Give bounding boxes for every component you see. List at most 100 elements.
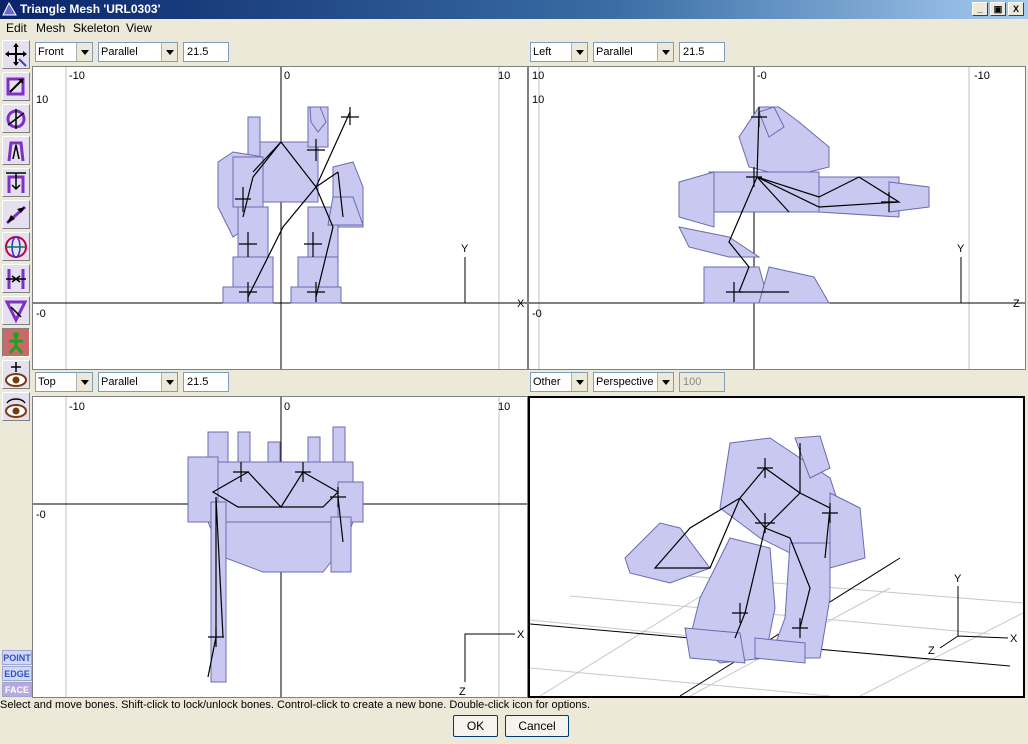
top-view-header: Top Parallel 21.5 bbox=[32, 368, 528, 396]
view-select[interactable]: Other bbox=[530, 372, 588, 392]
chevron-down-icon bbox=[76, 373, 92, 391]
axis-y-label: Y bbox=[954, 573, 962, 585]
top-view-canvas: X Z -10 0 10 -0 bbox=[33, 397, 527, 697]
tick-center: 0 bbox=[284, 401, 290, 413]
chevron-down-icon bbox=[76, 43, 92, 61]
squeeze-tool-button[interactable] bbox=[2, 168, 30, 197]
tick-right: 10 bbox=[498, 401, 510, 413]
axis-gizmo bbox=[464, 633, 515, 682]
robot-mesh bbox=[624, 435, 866, 664]
chevron-down-icon bbox=[657, 43, 673, 61]
chevron-down-icon bbox=[571, 43, 587, 61]
menu-view[interactable]: View bbox=[126, 21, 152, 35]
orbit-view-tool-button[interactable] bbox=[2, 392, 30, 421]
axis-y-label: Y bbox=[957, 243, 965, 255]
axis-gizmo bbox=[464, 257, 515, 304]
projection-select-value: Perspective bbox=[596, 376, 654, 388]
menu-edit[interactable]: Edit bbox=[6, 21, 27, 35]
perspective-viewport[interactable]: Y X Z bbox=[528, 396, 1025, 698]
squeeze-icon bbox=[6, 172, 26, 193]
align-icon bbox=[6, 269, 26, 289]
edge-mode-button[interactable]: EDGE bbox=[2, 666, 32, 681]
rotate-tool-button[interactable] bbox=[2, 104, 30, 133]
zoom-field[interactable]: 21.5 bbox=[679, 42, 725, 62]
skew-icon bbox=[4, 300, 28, 324]
tick-top: 10 bbox=[532, 94, 544, 106]
app-window: Triangle Mesh 'URL0303' _ ▣ X Edit Mesh … bbox=[0, 0, 1028, 744]
projection-select-value: Parallel bbox=[101, 376, 138, 388]
tick-top: 10 bbox=[36, 94, 48, 106]
align-tool-button[interactable] bbox=[2, 264, 30, 293]
title-bar: Triangle Mesh 'URL0303' _ ▣ X bbox=[0, 0, 1028, 19]
left-view-canvas: Y Z 10 -0 -10 10 -0 bbox=[529, 67, 1025, 369]
projection-select-value: Parallel bbox=[596, 46, 633, 58]
projection-select[interactable]: Parallel bbox=[98, 372, 178, 392]
close-button[interactable]: X bbox=[1008, 2, 1024, 16]
ok-button[interactable]: OK bbox=[453, 715, 498, 737]
bones-tool-button[interactable] bbox=[2, 328, 30, 357]
move-tool-button[interactable] bbox=[2, 40, 30, 69]
projection-select[interactable]: Parallel bbox=[593, 42, 674, 62]
tick-left: -10 bbox=[69, 70, 85, 82]
tick-mid: -0 bbox=[36, 509, 46, 521]
axis-x-label: X bbox=[1010, 633, 1018, 645]
menu-mesh[interactable]: Mesh bbox=[36, 21, 65, 35]
zoom-field[interactable]: 21.5 bbox=[183, 42, 229, 62]
chevron-down-icon bbox=[571, 373, 587, 391]
robot-mesh bbox=[678, 106, 930, 304]
top-viewport[interactable]: X Z -10 0 10 -0 bbox=[32, 396, 528, 698]
zoom-field: 100 bbox=[679, 372, 725, 392]
chevron-down-icon bbox=[161, 43, 177, 61]
window-title: Triangle Mesh 'URL0303' bbox=[20, 2, 161, 16]
left-view-header: Left Parallel 21.5 bbox=[528, 38, 1026, 66]
skew-tool-button[interactable] bbox=[2, 296, 30, 325]
app-icon bbox=[2, 2, 17, 16]
face-mode-button[interactable]: FACE bbox=[2, 682, 32, 697]
toolbox: POINT EDGE FACE bbox=[0, 38, 32, 698]
axis-z-label: Z bbox=[928, 645, 935, 657]
view-select-value: Other bbox=[533, 376, 561, 388]
sphere-tool-button[interactable] bbox=[2, 232, 30, 261]
bend-tool-button[interactable] bbox=[2, 136, 30, 165]
tick-bottom: -0 bbox=[532, 308, 542, 320]
view-select-value: Front bbox=[38, 46, 64, 58]
view-select[interactable]: Top bbox=[35, 372, 93, 392]
left-viewport[interactable]: Y Z 10 -0 -10 10 -0 bbox=[528, 66, 1026, 370]
tick-right: 10 bbox=[498, 70, 510, 82]
rotate-icon bbox=[6, 109, 26, 129]
point-mode-button[interactable]: POINT bbox=[2, 650, 32, 665]
cancel-button[interactable]: Cancel bbox=[505, 715, 569, 737]
bones-figure-icon bbox=[8, 332, 24, 354]
chevron-down-icon bbox=[657, 373, 673, 391]
axis-gizmo bbox=[939, 586, 1009, 649]
zoom-field[interactable]: 21.5 bbox=[183, 372, 229, 392]
bend-icon bbox=[7, 141, 25, 162]
view-select-value: Left bbox=[533, 46, 552, 58]
tick-left: 10 bbox=[532, 70, 544, 82]
eye-move-icon bbox=[5, 362, 27, 387]
minimize-button[interactable]: _ bbox=[972, 2, 988, 16]
pan-view-tool-button[interactable] bbox=[2, 360, 30, 389]
scale-box-icon bbox=[6, 77, 25, 96]
scale-tool-button[interactable] bbox=[2, 72, 30, 101]
axis-z-label: Z bbox=[1013, 298, 1020, 310]
view-select[interactable]: Left bbox=[530, 42, 588, 62]
front-view-header: Front Parallel 21.5 bbox=[32, 38, 528, 66]
maximize-button[interactable]: ▣ bbox=[990, 2, 1006, 16]
axis-z-label: Z bbox=[459, 686, 466, 697]
projection-select[interactable]: Perspective bbox=[593, 372, 674, 392]
view-select-value: Top bbox=[38, 376, 56, 388]
view-select[interactable]: Front bbox=[35, 42, 93, 62]
front-viewport[interactable]: Y X -10 0 10 10 -0 bbox=[32, 66, 528, 370]
eye-orbit-icon bbox=[5, 398, 27, 418]
axis-x-label: X bbox=[517, 298, 525, 310]
tick-left: -10 bbox=[69, 401, 85, 413]
stretch-icon bbox=[6, 205, 26, 225]
move-arrows-icon bbox=[5, 43, 27, 67]
menu-bar: Edit Mesh Skeleton View bbox=[0, 19, 1028, 37]
projection-select[interactable]: Parallel bbox=[98, 42, 178, 62]
stretch-tool-button[interactable] bbox=[2, 200, 30, 229]
axis-x-label: X bbox=[517, 629, 525, 641]
menu-skeleton[interactable]: Skeleton bbox=[73, 21, 120, 35]
tick-center: 0 bbox=[284, 70, 290, 82]
